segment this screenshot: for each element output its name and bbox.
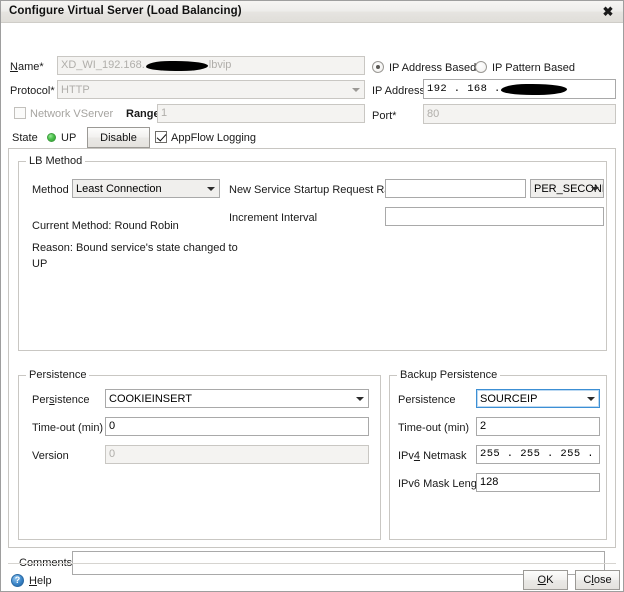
ipv4-netmask-label: IPv4 Netmask: [398, 450, 467, 462]
disable-button[interactable]: Disable: [87, 127, 150, 148]
protocol-select[interactable]: HTTP: [57, 80, 365, 99]
chevron-down-icon: [352, 87, 360, 92]
persistence-label: Persistence: [32, 394, 90, 406]
close-button[interactable]: Close: [575, 570, 620, 590]
persistence-group: Persistence Persistence COOKIEINSERT Tim…: [18, 369, 381, 540]
reason-text-line2: UP: [32, 258, 48, 270]
state-label: State: [12, 132, 38, 144]
startup-rate-label: New Service Startup Request Rate: [229, 184, 400, 196]
help-link[interactable]: Help: [29, 575, 52, 587]
ip-address-input[interactable]: 192 . 168 .: [423, 79, 616, 99]
ip-address-input-value: 192 . 168 .: [427, 82, 501, 95]
persistence-group-title: Persistence: [26, 369, 90, 381]
persistence-select-value: COOKIEINSERT: [109, 392, 192, 405]
chevron-down-icon: [207, 186, 215, 191]
chevron-down-icon: [356, 396, 364, 401]
ip-pattern-based-radio[interactable]: [475, 61, 487, 73]
method-select-value: Least Connection: [76, 182, 162, 195]
lb-method-group-title: LB Method: [26, 155, 86, 167]
help-question-icon[interactable]: ?: [11, 574, 24, 587]
range-input[interactable]: 1: [157, 104, 365, 123]
ip-pattern-based-label: IP Pattern Based: [492, 62, 575, 74]
disable-button-label: Disable: [100, 131, 137, 144]
protocol-select-value: HTTP: [61, 83, 90, 96]
current-method-text: Current Method: Round Robin: [32, 220, 179, 232]
appflow-logging-label: AppFlow Logging: [171, 132, 257, 144]
startup-rate-input[interactable]: [385, 179, 526, 198]
backup-persistence-select-value: SOURCEIP: [480, 392, 538, 405]
title-bar: Configure Virtual Server (Load Balancing…: [1, 1, 623, 23]
ipv4-netmask-value: 255 . 255 . 255 . 255: [480, 448, 599, 461]
persistence-timeout-value: 0: [109, 420, 116, 432]
name-input[interactable]: XD_WI_192.168. lbvip: [57, 56, 365, 75]
port-input[interactable]: 80: [423, 104, 616, 124]
method-select[interactable]: Least Connection: [72, 179, 220, 198]
ok-button-label: OK: [537, 574, 554, 586]
port-label: Port*: [372, 110, 397, 122]
ok-button[interactable]: OK: [523, 570, 568, 590]
startup-rate-unit-select[interactable]: PER_SECOND: [530, 179, 604, 198]
port-input-value: 80: [427, 107, 440, 120]
network-vserver-label: Network VServer: [30, 108, 114, 120]
range-label: Range: [126, 108, 160, 120]
chevron-down-icon: [587, 396, 595, 401]
ip-address-based-label: IP Address Based: [389, 62, 477, 74]
persistence-select[interactable]: COOKIEINSERT: [105, 389, 369, 408]
state-status-dot: [47, 133, 56, 142]
appflow-logging-checkbox[interactable]: [155, 131, 167, 143]
backup-persistence-group: Backup Persistence Persistence SOURCEIP …: [389, 369, 607, 540]
name-label: Name*: [10, 61, 44, 73]
persistence-version-input[interactable]: 0: [105, 445, 369, 464]
backup-persistence-group-title: Backup Persistence: [397, 369, 501, 381]
backup-persistence-label: Persistence: [398, 394, 456, 406]
dialog-window: Configure Virtual Server (Load Balancing…: [0, 0, 624, 592]
persistence-timeout-label: Time-out (min): [32, 422, 104, 434]
reason-text-line1: Reason: Bound service's state changed to: [32, 242, 238, 254]
name-input-value: XD_WI_192.168.: [61, 59, 145, 71]
close-icon[interactable]: ✖: [600, 4, 616, 20]
range-input-value: 1: [161, 107, 168, 119]
tab-content-panel: LB Method Method Least Connection Curren…: [8, 148, 616, 575]
protocol-label: Protocol*: [10, 85, 55, 97]
ip-address-redaction-mark: [500, 83, 567, 95]
backup-timeout-input[interactable]: 2: [476, 417, 600, 436]
dialog-body: Name* XD_WI_192.168. lbvip Protocol* HTTP…: [1, 23, 623, 591]
increment-interval-input[interactable]: [385, 207, 604, 226]
persistence-timeout-input[interactable]: 0: [105, 417, 369, 436]
ipv6-mask-length-input[interactable]: 128: [476, 473, 600, 492]
network-vserver-checkbox[interactable]: [14, 107, 26, 119]
backup-timeout-label: Time-out (min): [398, 422, 470, 434]
chevron-down-icon: [591, 186, 599, 191]
state-value: UP: [61, 132, 77, 144]
footer-divider: [8, 563, 616, 564]
ip-address-based-radio[interactable]: [372, 61, 384, 73]
persistence-version-value: 0: [109, 448, 116, 460]
name-redaction-mark: [145, 60, 208, 71]
ipv4-netmask-input[interactable]: 255 . 255 . 255 . 255: [476, 445, 600, 464]
ipv6-mask-length-value: 128: [480, 476, 499, 488]
increment-interval-label: Increment Interval: [229, 212, 318, 224]
lb-method-group: LB Method Method Least Connection Curren…: [18, 155, 607, 351]
name-input-value-suffix: lbvip: [208, 59, 232, 71]
window-title: Configure Virtual Server (Load Balancing…: [9, 5, 242, 17]
backup-timeout-value: 2: [480, 420, 487, 432]
backup-persistence-select[interactable]: SOURCEIP: [476, 389, 600, 408]
persistence-version-label: Version: [32, 450, 69, 462]
close-button-label: Close: [583, 574, 612, 586]
method-label: Method: [32, 184, 69, 196]
ipv6-mask-length-label: IPv6 Mask Length: [398, 478, 487, 490]
ip-address-label: IP Address*: [372, 85, 430, 97]
